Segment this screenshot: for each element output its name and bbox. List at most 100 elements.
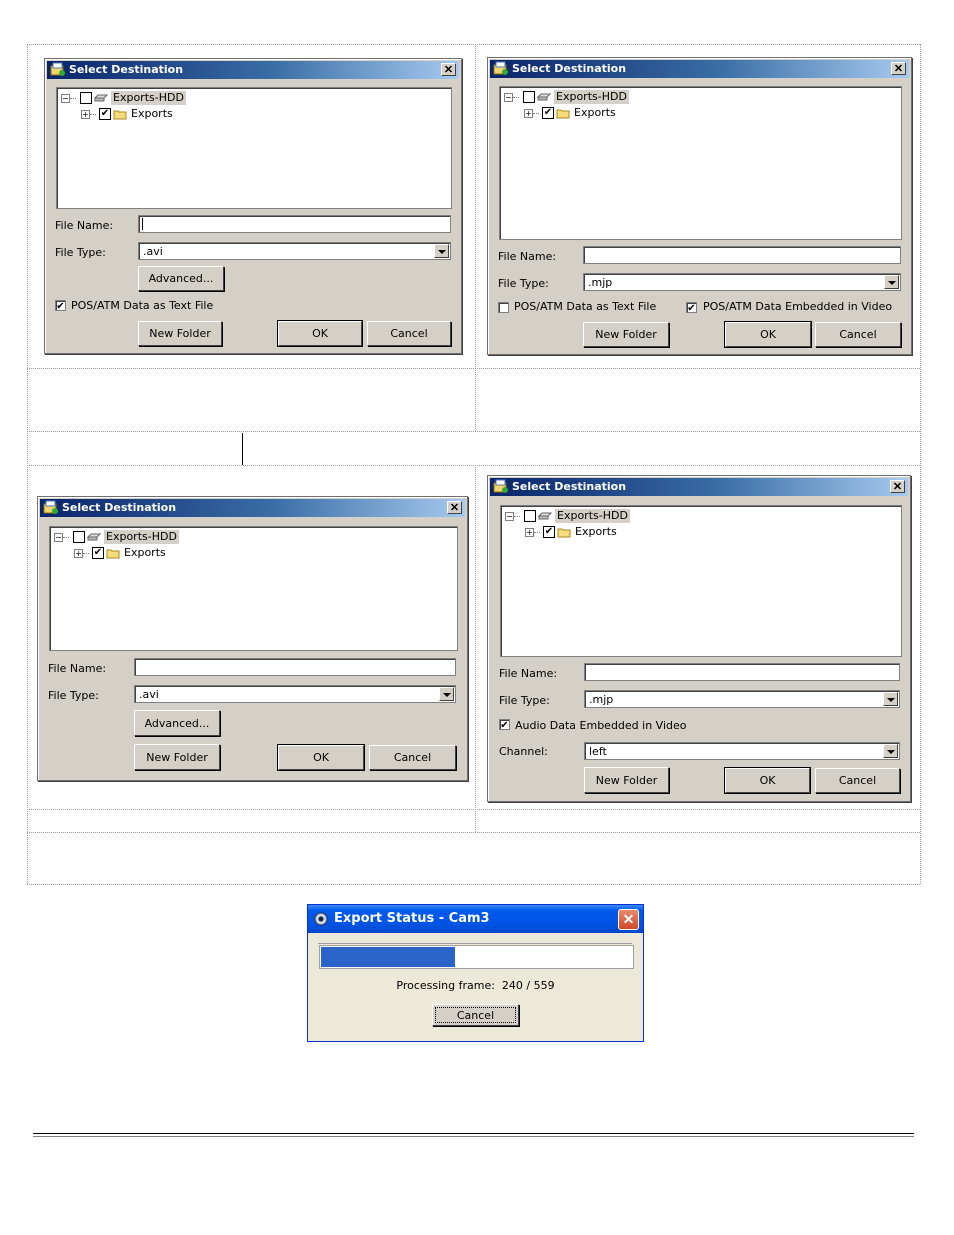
- channel-select[interactable]: left: [584, 742, 900, 760]
- file-name-label: File Name:: [499, 667, 558, 680]
- pos-atm-embedded-checkbox[interactable]: ✔: [686, 302, 697, 314]
- tree-node-exports[interactable]: Exports: [573, 525, 619, 539]
- tree-node-exports-hdd[interactable]: Exports-HDD: [111, 91, 186, 105]
- dropdown-button[interactable]: [434, 244, 449, 258]
- file-type-select[interactable]: .avi: [134, 685, 456, 703]
- file-name-input[interactable]: [134, 658, 456, 676]
- chevron-down-icon: [887, 698, 895, 702]
- progress-bar: [319, 945, 634, 969]
- ok-button[interactable]: OK: [724, 767, 811, 794]
- tree-checkbox-exports[interactable]: ✔: [542, 107, 554, 119]
- tree-checkbox-exports[interactable]: ✔: [92, 547, 104, 559]
- ok-button[interactable]: OK: [277, 744, 365, 771]
- page-divider: [33, 1133, 914, 1137]
- hard-drive-icon: [87, 533, 101, 541]
- export-app-icon: [43, 500, 58, 514]
- tree-node-exports-hdd[interactable]: Exports-HDD: [555, 509, 630, 523]
- tree-checkbox-exports-hdd[interactable]: [523, 91, 535, 103]
- file-type-select[interactable]: .mjp: [583, 273, 901, 291]
- chevron-down-icon: [887, 750, 895, 754]
- tree-checkbox-exports[interactable]: ✔: [543, 526, 555, 538]
- audio-embedded-checkbox[interactable]: ✔: [499, 719, 510, 731]
- folder-tree[interactable]: − Exports-HDD + ✔ Exports: [499, 86, 902, 240]
- tree-checkbox-exports-hdd[interactable]: [80, 92, 92, 104]
- folder-tree[interactable]: − Exports-HDD + ✔ Exports: [56, 87, 452, 209]
- collapse-icon[interactable]: −: [61, 94, 70, 103]
- tree-checkbox-exports-hdd[interactable]: [73, 531, 85, 543]
- expand-icon[interactable]: +: [81, 110, 90, 119]
- cancel-button[interactable]: Cancel: [815, 322, 901, 347]
- collapse-icon[interactable]: −: [54, 533, 63, 542]
- ok-button[interactable]: OK: [724, 321, 812, 348]
- chevron-down-icon: [888, 281, 896, 285]
- close-icon: ✕: [893, 63, 904, 75]
- close-button[interactable]: ✕: [891, 62, 906, 75]
- new-folder-button[interactable]: New Folder: [583, 322, 669, 347]
- dropdown-button[interactable]: [439, 687, 454, 701]
- file-type-label: File Type:: [48, 689, 99, 702]
- dropdown-button[interactable]: [883, 692, 898, 706]
- folder-tree[interactable]: − Exports-HDD + ✔ Exports: [49, 526, 458, 651]
- file-name-input[interactable]: [583, 246, 901, 264]
- new-folder-button[interactable]: New Folder: [138, 321, 222, 346]
- dialog-title: Select Destination: [512, 480, 627, 493]
- close-button[interactable]: ✕: [441, 63, 456, 76]
- file-name-input[interactable]: [584, 663, 900, 681]
- cancel-button[interactable]: Cancel: [369, 745, 456, 770]
- export-app-icon: [50, 62, 65, 76]
- tree-node-exports[interactable]: Exports: [122, 546, 168, 560]
- tree-node-exports[interactable]: Exports: [129, 107, 175, 121]
- file-type-select[interactable]: .mjp: [584, 690, 900, 708]
- chevron-down-icon: [443, 693, 451, 697]
- tree-checkbox-exports-hdd[interactable]: [524, 510, 536, 522]
- tree-node-exports-hdd[interactable]: Exports-HDD: [554, 90, 629, 104]
- new-folder-button[interactable]: New Folder: [584, 767, 669, 793]
- tree-node-exports[interactable]: Exports: [572, 106, 618, 120]
- pos-atm-text-file-checkbox[interactable]: ✔: [55, 300, 66, 312]
- folder-tree[interactable]: − Exports-HDD + ✔ Exports: [500, 505, 902, 657]
- processing-status-text: Processing frame: 240 / 559: [396, 979, 555, 992]
- dropdown-button[interactable]: [884, 275, 899, 289]
- file-type-select[interactable]: .avi: [138, 242, 451, 260]
- pos-atm-text-file-label: POS/ATM Data as Text File: [71, 299, 214, 312]
- chevron-down-icon: [438, 250, 446, 254]
- tree-checkbox-exports[interactable]: ✔: [99, 108, 111, 120]
- file-name-label: File Name:: [48, 662, 107, 675]
- cancel-button[interactable]: Cancel: [815, 768, 900, 793]
- new-folder-button[interactable]: New Folder: [134, 744, 220, 770]
- cancel-export-button[interactable]: Cancel: [432, 1004, 519, 1026]
- close-icon: ✕: [622, 911, 635, 927]
- collapse-icon[interactable]: −: [505, 512, 514, 521]
- export-status-dialog: Export Status - Cam3 ✕ Processing frame:…: [307, 904, 644, 1042]
- close-button[interactable]: ✕: [890, 480, 905, 493]
- export-status-title-bar: Export Status - Cam3 ✕: [308, 905, 643, 933]
- expand-icon[interactable]: +: [525, 528, 534, 537]
- select-destination-dialog-mjp-pos: Select Destination ✕ − Exports-HDD + ✔ E…: [487, 57, 912, 355]
- select-destination-dialog-avi: Select Destination ✕ − Exports-HDD + ✔ E…: [44, 58, 462, 354]
- channel-label: Channel:: [499, 745, 548, 758]
- expand-icon[interactable]: +: [524, 109, 533, 118]
- file-type-label: File Type:: [55, 246, 106, 259]
- dialog-title: Select Destination: [62, 501, 177, 514]
- tree-node-exports-hdd[interactable]: Exports-HDD: [104, 530, 179, 544]
- file-name-input[interactable]: [138, 215, 451, 233]
- close-button[interactable]: ✕: [618, 909, 639, 930]
- advanced-button[interactable]: Advanced...: [134, 710, 220, 736]
- expand-icon[interactable]: +: [74, 549, 83, 558]
- cancel-button[interactable]: Cancel: [367, 321, 451, 346]
- camera-icon: [314, 912, 328, 926]
- pos-atm-text-file-checkbox[interactable]: [498, 302, 509, 313]
- advanced-button[interactable]: Advanced...: [138, 266, 224, 291]
- dropdown-button[interactable]: [883, 744, 898, 758]
- collapse-icon[interactable]: −: [504, 93, 513, 102]
- export-app-icon: [493, 479, 508, 493]
- close-button[interactable]: ✕: [447, 501, 462, 514]
- file-name-label: File Name:: [498, 250, 557, 263]
- folder-icon: [556, 109, 570, 119]
- close-icon: ✕: [449, 502, 460, 514]
- close-icon: ✕: [443, 64, 454, 76]
- pos-atm-text-file-label: POS/ATM Data as Text File: [514, 300, 657, 313]
- file-name-label: File Name:: [55, 219, 114, 232]
- folder-icon: [557, 528, 571, 538]
- ok-button[interactable]: OK: [277, 320, 363, 347]
